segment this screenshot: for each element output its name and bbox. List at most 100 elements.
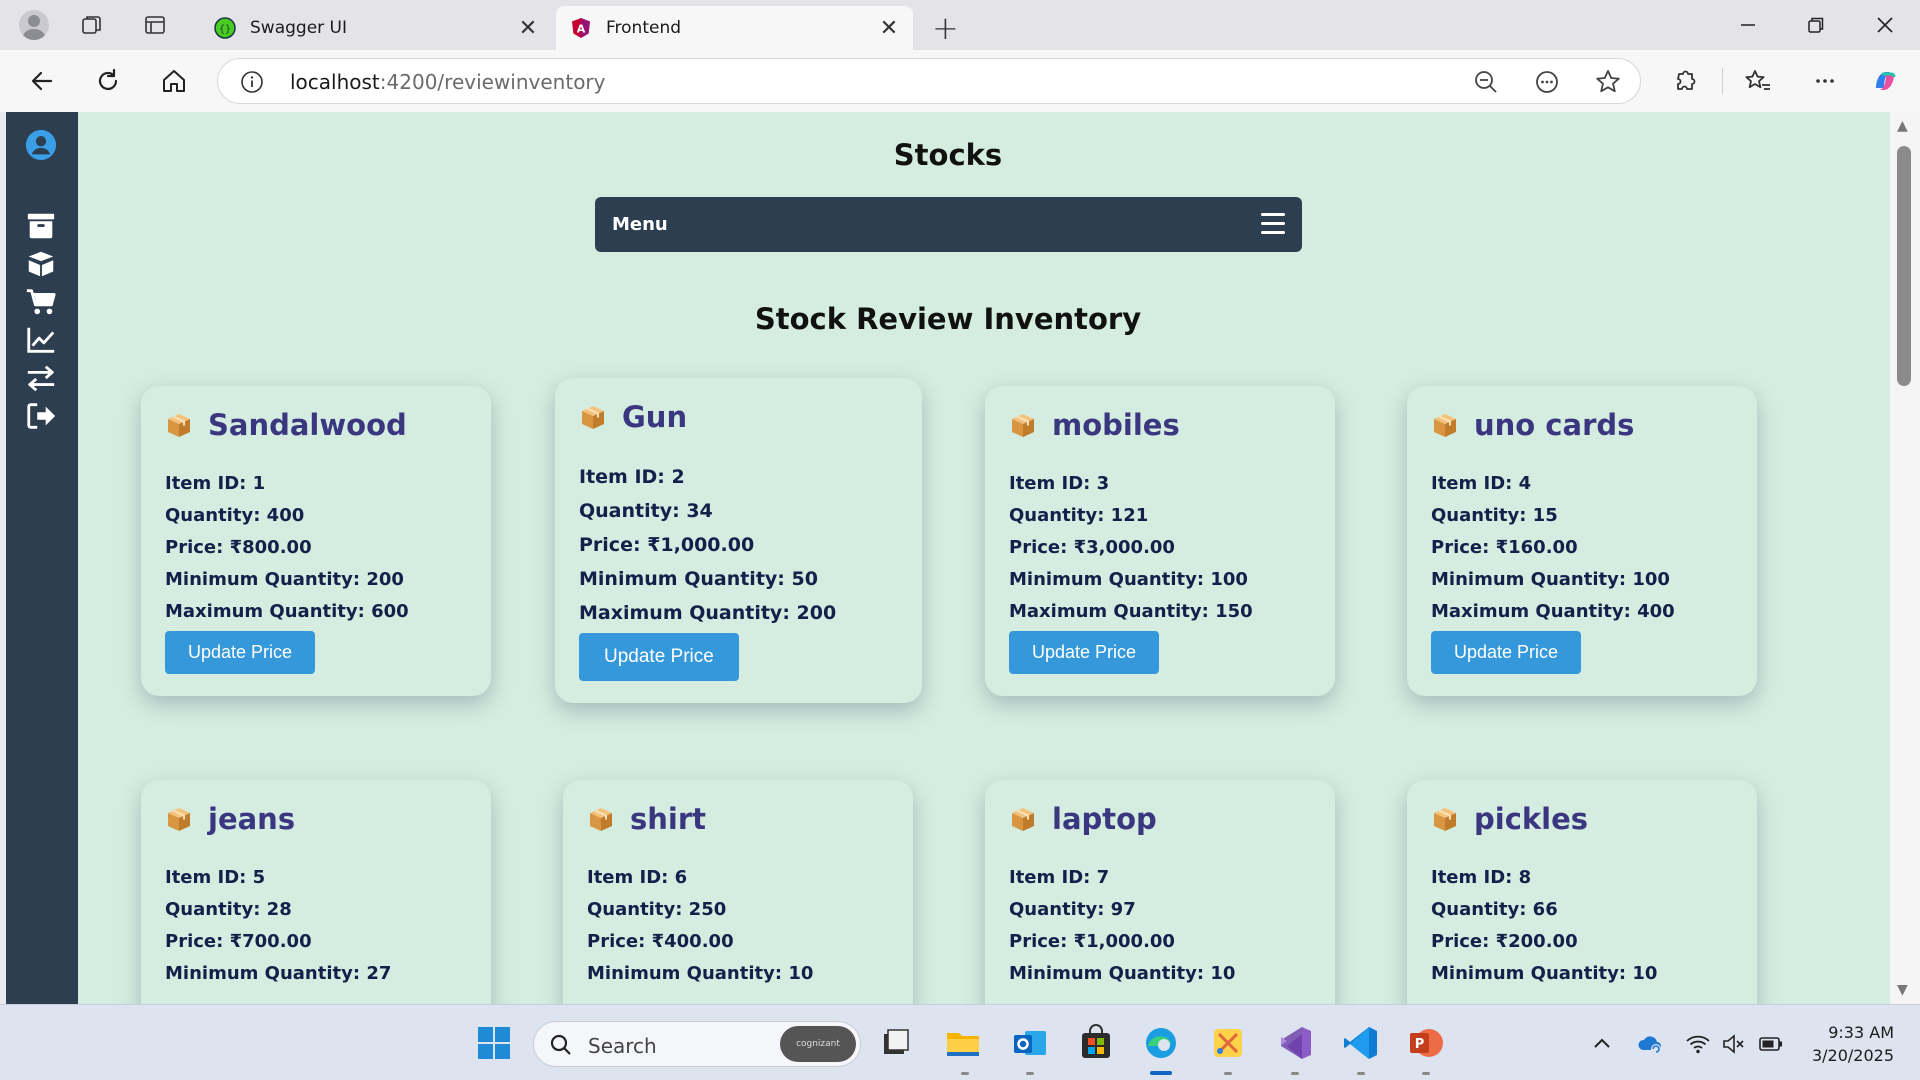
logout-icon[interactable] [24, 400, 58, 432]
item-name: Gun [622, 400, 688, 434]
min-quantity-value: 50 [791, 568, 818, 590]
box-open-icon[interactable] [24, 248, 58, 280]
read-aloud-icon[interactable] [1532, 67, 1562, 97]
price-row: Price: ₹200.00 [1431, 931, 1578, 952]
min-quantity-value: 100 [1210, 569, 1248, 590]
exchange-icon[interactable] [24, 362, 58, 394]
section-title: Stock Review Inventory [754, 302, 1142, 336]
item-name: shirt [630, 802, 707, 836]
min-quantity-value: 27 [366, 963, 392, 984]
min-quantity-row: Minimum Quantity: 27 [165, 963, 392, 984]
back-arrow-icon[interactable] [27, 66, 57, 96]
profile-avatar-icon[interactable] [19, 10, 49, 40]
page-scrollbar[interactable]: ▲ ▼ [1890, 112, 1920, 1004]
scrollbar-thumb[interactable] [1897, 146, 1911, 386]
price-value: ₹400.00 [651, 931, 734, 952]
zoom-out-icon[interactable] [1471, 67, 1501, 97]
price-row: Price: ₹700.00 [165, 931, 312, 952]
item-id-value: 8 [1518, 867, 1532, 888]
max-quantity-value: 600 [371, 601, 409, 622]
package-icon [582, 406, 604, 429]
svg-text:A: A [577, 23, 586, 36]
minimize-icon[interactable] [1735, 12, 1761, 38]
new-tab-plus-icon[interactable]: + [932, 9, 959, 47]
price-row: Price: ₹400.00 [587, 931, 734, 952]
update-price-button[interactable]: Update Price [165, 631, 316, 674]
volume-muted-icon[interactable] [1721, 1031, 1747, 1057]
snipping-tool-icon[interactable] [1209, 1024, 1247, 1062]
user-circle-icon[interactable] [24, 129, 58, 161]
item-name: jeans [208, 802, 296, 836]
running-indicator [1422, 1072, 1430, 1075]
close-window-icon[interactable] [1872, 12, 1898, 38]
tab-swagger-ui[interactable]: {} Swagger UI ✕ [200, 6, 552, 50]
item-id-value: 6 [674, 867, 688, 888]
visual-studio-icon[interactable] [1276, 1024, 1314, 1062]
stock-card: Gun Item ID: 2 Quantity: 34 Price: ₹1,00… [555, 378, 922, 703]
quantity-value: 250 [688, 899, 727, 920]
extensions-icon[interactable] [1670, 66, 1700, 96]
tab-frontend[interactable]: A Frontend ✕ [556, 6, 913, 50]
close-icon[interactable]: ✕ [879, 16, 899, 41]
stock-card: laptop Item ID: 7 Quantity: 97 Price: ₹1… [985, 780, 1335, 1004]
favorites-icon[interactable] [1743, 66, 1773, 96]
refresh-icon[interactable] [93, 66, 123, 96]
workspaces-icon[interactable] [80, 13, 104, 37]
item-id-value: 2 [671, 466, 685, 488]
show-hidden-icons-chevron-icon[interactable] [1589, 1031, 1615, 1057]
hamburger-menu-icon[interactable] [1261, 213, 1285, 235]
stock-card: pickles Item ID: 8 Quantity: 66 Price: ₹… [1407, 780, 1757, 1004]
taskbar-search[interactable]: Search cognizant [533, 1021, 861, 1067]
quantity-row: Quantity: 28 [165, 899, 292, 920]
menu-label: Menu [612, 214, 668, 235]
min-quantity-row: Minimum Quantity: 200 [165, 569, 404, 590]
copilot-icon[interactable] [1870, 66, 1900, 96]
quantity-row: Quantity: 250 [587, 899, 727, 920]
battery-icon[interactable] [1758, 1031, 1784, 1057]
edge-icon[interactable] [1142, 1024, 1180, 1062]
max-quantity-value: 200 [796, 602, 837, 624]
min-quantity-value: 10 [1632, 963, 1658, 984]
close-icon[interactable]: ✕ [518, 16, 538, 41]
favorite-star-icon[interactable] [1593, 67, 1623, 97]
site-info-icon[interactable] [240, 70, 264, 94]
quantity-value: 97 [1110, 899, 1136, 920]
menu-bar[interactable]: Menu [595, 197, 1302, 252]
scroll-down-arrow-icon[interactable]: ▼ [1897, 982, 1908, 998]
stock-card: jeans Item ID: 5 Quantity: 28 Price: ₹70… [141, 780, 491, 1004]
powerpoint-icon[interactable]: P [1407, 1024, 1445, 1062]
url-text[interactable]: localhost:4200/reviewinventory [290, 70, 605, 94]
update-price-button[interactable]: Update Price [579, 633, 739, 681]
home-icon[interactable] [159, 66, 189, 96]
scroll-up-arrow-icon[interactable]: ▲ [1897, 118, 1908, 134]
onedrive-icon[interactable] [1637, 1031, 1663, 1057]
toolbar-divider [1722, 68, 1723, 94]
page-title: Stocks [893, 138, 1003, 172]
page-viewport: Stocks Menu Stock Review Inventory Sanda… [0, 112, 1920, 1004]
wifi-icon[interactable] [1685, 1031, 1711, 1057]
vertical-tabs-icon[interactable] [143, 13, 167, 37]
url-host: localhost [290, 70, 380, 94]
address-bar[interactable]: localhost:4200/reviewinventory [217, 58, 1641, 104]
min-quantity-value: 10 [788, 963, 814, 984]
restore-icon[interactable] [1803, 12, 1829, 38]
microsoft-store-icon[interactable] [1077, 1024, 1115, 1062]
update-price-button[interactable]: Update Price [1431, 631, 1582, 674]
cart-icon[interactable] [24, 286, 58, 318]
update-price-button[interactable]: Update Price [1009, 631, 1160, 674]
more-options-icon[interactable] [1810, 66, 1840, 96]
quantity-value: 66 [1532, 899, 1558, 920]
quantity-value: 400 [266, 505, 305, 526]
chart-line-icon[interactable] [24, 324, 58, 356]
system-clock[interactable]: 9:33 AM 3/20/2025 [1812, 1021, 1894, 1067]
quantity-value: 121 [1110, 505, 1149, 526]
min-quantity-row: Minimum Quantity: 10 [1009, 963, 1236, 984]
task-view-icon[interactable] [876, 1024, 914, 1062]
min-quantity-row: Minimum Quantity: 10 [587, 963, 814, 984]
vscode-icon[interactable] [1342, 1024, 1380, 1062]
outlook-icon[interactable] [1011, 1024, 1049, 1062]
windows-start-icon[interactable] [475, 1024, 513, 1062]
angular-icon: A [572, 18, 590, 38]
file-explorer-icon[interactable] [944, 1024, 982, 1062]
archive-icon[interactable] [24, 210, 58, 242]
